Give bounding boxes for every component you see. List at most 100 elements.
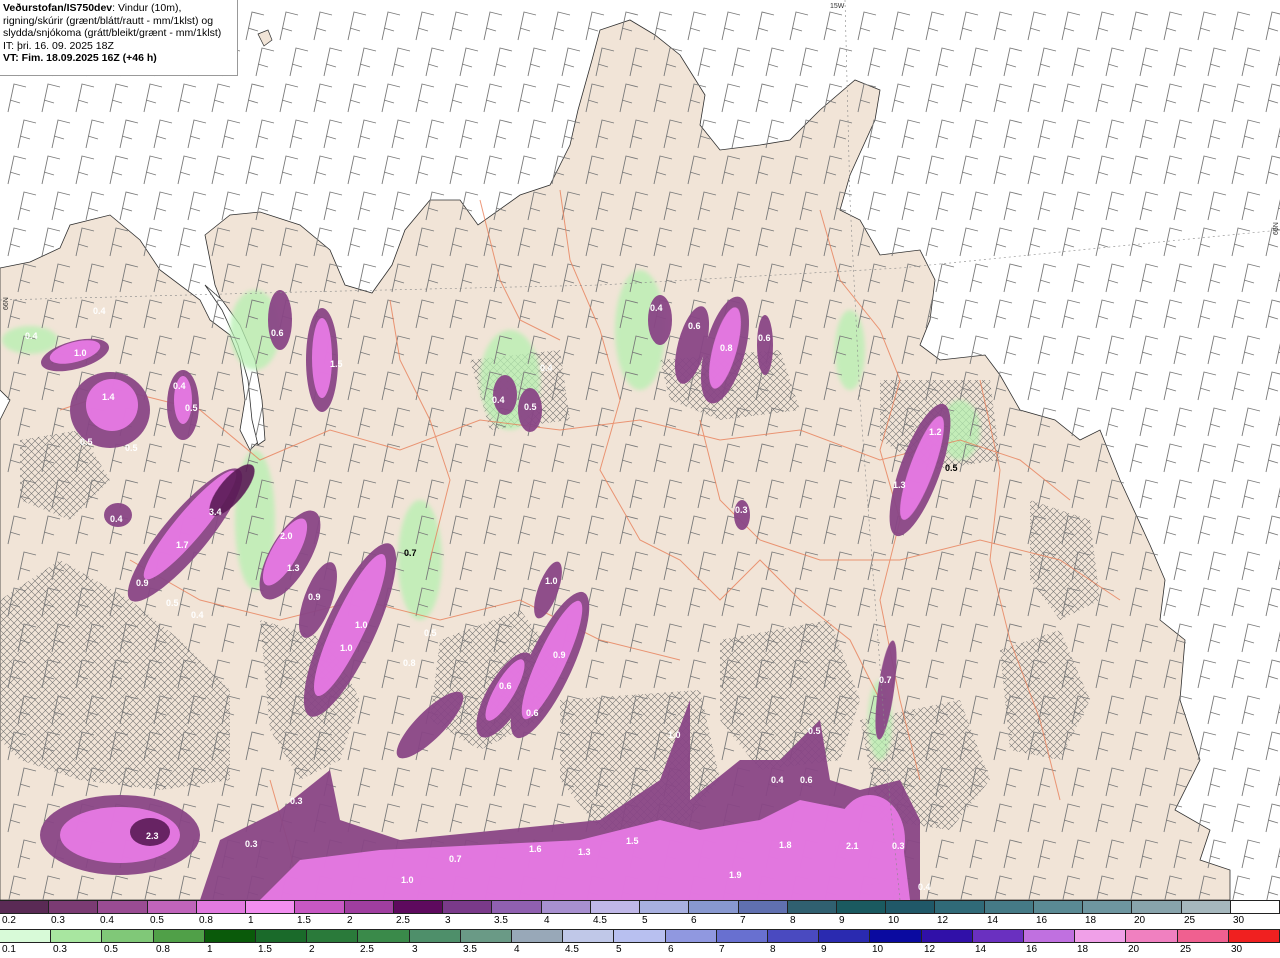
value-label: 0.5	[125, 443, 138, 453]
value-label: 0.4	[191, 610, 204, 620]
lon-label: 15W	[830, 3, 845, 10]
legend-swatch	[886, 901, 936, 913]
legend-label: 25	[1184, 915, 1196, 926]
value-label: 1.4	[102, 392, 115, 402]
value-label: 0.9	[308, 592, 321, 602]
legend-label: 8	[770, 944, 776, 955]
value-label: 2.3	[146, 831, 159, 841]
legend-swatch	[344, 901, 394, 913]
legend-swatch	[295, 901, 345, 913]
legend-swatch	[590, 901, 641, 913]
value-label: 0.5	[524, 402, 537, 412]
value-label: 0.4	[771, 775, 784, 785]
legend-label: 5	[616, 944, 622, 955]
header-valid-time: VT: Fim. 18.09.2025 16Z (+46 h)	[3, 52, 157, 65]
value-label: 0.6	[688, 321, 701, 331]
legend-label: 8	[790, 915, 796, 926]
legend-swatch	[972, 930, 1025, 942]
legend-label: 6	[668, 944, 674, 955]
value-label: 0.5	[808, 726, 821, 736]
rain-legend: 0.1 0.3 0.5 0.8 1 1.5 2 2.5 3 3.5 4 4.5 5 6 7 8 9 10 12 14 1…	[0, 929, 1280, 957]
value-label: 0.8	[403, 658, 416, 668]
legend-label: 1.5	[258, 944, 272, 955]
legend-swatch	[153, 930, 205, 942]
legend-swatch	[1083, 901, 1133, 913]
legend-swatch	[393, 901, 444, 913]
value-label: 0.7	[449, 854, 462, 864]
value-label: 0.3	[290, 796, 303, 806]
legend-swatch	[1181, 901, 1231, 913]
legend-label: 0.8	[156, 944, 170, 955]
value-label: 0.5	[945, 463, 958, 473]
legend-swatch	[787, 901, 837, 913]
legend-swatch	[0, 901, 50, 913]
value-label: 1.3	[893, 480, 906, 490]
legend-swatch	[665, 930, 717, 942]
legend-swatch	[147, 901, 197, 913]
value-label: 1.7	[176, 540, 189, 550]
value-label: 0.4	[540, 363, 553, 373]
legend-label: 16	[1036, 915, 1048, 926]
lat-label-right: 66N	[1273, 222, 1280, 235]
legend-swatch	[443, 901, 493, 913]
legend-swatch	[246, 901, 296, 913]
legend-swatch	[541, 901, 591, 913]
legend-label: 1	[207, 944, 213, 955]
legend-swatch	[768, 930, 820, 942]
legend-swatch	[1177, 930, 1229, 942]
value-label: 1.2	[929, 427, 942, 437]
legend-swatch	[1228, 930, 1280, 942]
header-desc2: rigning/skúrir (grænt/blátt/rautt - mm/1…	[3, 14, 214, 27]
legend-label: 30	[1233, 915, 1245, 926]
legend-label: 14	[975, 944, 987, 955]
value-label: 0.9	[553, 650, 566, 660]
header-desc1: : Vindur (10m),	[112, 2, 182, 14]
legend-label: 3.5	[463, 944, 477, 955]
legend-label: 0.8	[199, 915, 213, 926]
legend-swatch	[1132, 901, 1182, 913]
legend-label: 4.5	[593, 915, 607, 926]
snow-legend: 0.2 0.3 0.4 0.5 0.8 1 1.5 2 2.5 3 3.5 4 4.5 5 6 7 8 9 10 12…	[0, 900, 1280, 928]
legend-swatch	[614, 930, 666, 942]
legend-swatch	[460, 930, 513, 942]
legend-swatch	[563, 930, 615, 942]
legend-label: 12	[924, 944, 936, 955]
value-label: 0.4	[93, 306, 106, 316]
value-label: 0.4	[492, 395, 505, 405]
value-label: 0.3	[245, 839, 258, 849]
value-label: 0.4	[173, 381, 186, 391]
value-label: 1.0	[74, 348, 87, 358]
legend-label: 0.3	[53, 944, 67, 955]
legend-label: 3	[445, 915, 451, 926]
legend-swatch	[716, 930, 769, 942]
value-label: 0.7	[404, 548, 417, 558]
legend-label: 0.2	[2, 915, 16, 926]
value-label: 0.6	[800, 775, 813, 785]
legend-label: 2.5	[396, 915, 410, 926]
legend-swatch	[640, 901, 690, 913]
value-label: 0.7	[879, 675, 892, 685]
legend-swatch	[512, 930, 564, 942]
rain-legend-labels: 0.1 0.3 0.5 0.8 1 1.5 2 2.5 3 3.5 4 4.5 5 6 7 8 9 10 12 14 1…	[0, 943, 1280, 957]
legend-label: 3	[412, 944, 418, 955]
lat-label-left: 66N	[3, 297, 10, 310]
value-label: 0.3	[892, 841, 905, 851]
value-label: 0.4	[110, 514, 123, 524]
legend-swatch	[984, 901, 1034, 913]
value-label: 0.5	[424, 628, 437, 638]
legend-label: 9	[821, 944, 827, 955]
legend-label: 0.1	[2, 944, 16, 955]
legend-swatch	[307, 930, 359, 942]
legend-swatch	[1126, 930, 1178, 942]
value-label: 1.5	[626, 836, 639, 846]
legend-label: 0.5	[150, 915, 164, 926]
value-label: 0.5	[80, 437, 93, 447]
legend-label: 1.5	[297, 915, 311, 926]
legend-label: 10	[872, 944, 884, 955]
value-label: 0.3	[735, 505, 748, 515]
value-label: 0.6	[758, 333, 771, 343]
legend-swatch	[0, 930, 52, 942]
value-label: 1.6	[529, 844, 542, 854]
header-init-time: IT: þri. 16. 09. 2025 18Z	[3, 39, 114, 52]
value-label: 0.4	[25, 331, 38, 341]
